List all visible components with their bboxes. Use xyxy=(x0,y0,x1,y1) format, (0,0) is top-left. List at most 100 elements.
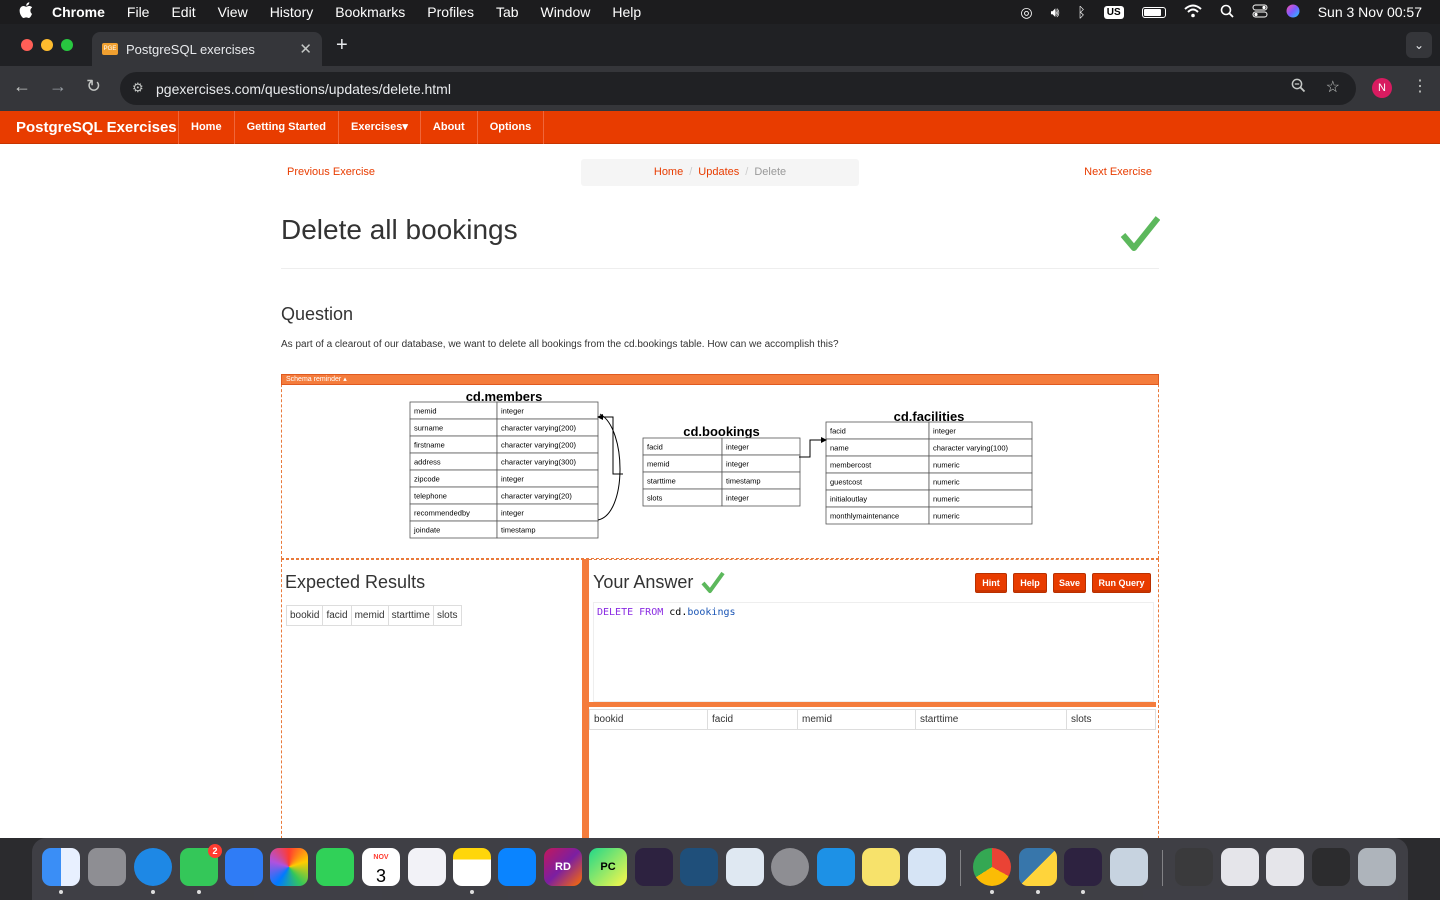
menu-bookmarks[interactable]: Bookmarks xyxy=(335,4,405,20)
address-bar-url[interactable]: pgexercises.com/questions/updates/delete… xyxy=(156,81,451,97)
minimized-window-thumbnail[interactable] xyxy=(1221,848,1259,886)
battery-icon[interactable] xyxy=(1141,6,1166,18)
system-settings-icon[interactable] xyxy=(771,848,809,886)
pycharm-icon[interactable]: PC xyxy=(589,848,627,886)
control-center-icon[interactable] xyxy=(1252,4,1268,21)
site-brand[interactable]: PostgreSQL Exercises xyxy=(0,119,178,136)
column-header: starttime xyxy=(387,605,434,626)
menu-app-name[interactable]: Chrome xyxy=(52,4,105,20)
nav-options[interactable]: Options xyxy=(476,111,545,144)
column-name: facid xyxy=(830,427,846,436)
run-query-button[interactable]: Run Query xyxy=(1092,573,1151,593)
menu-profiles[interactable]: Profiles xyxy=(427,4,474,20)
save-button[interactable]: Save xyxy=(1053,573,1086,593)
input-source-indicator[interactable]: US xyxy=(1103,5,1124,19)
notes-icon[interactable] xyxy=(453,848,491,886)
rider-icon[interactable]: RD xyxy=(544,848,582,886)
tab-close-icon[interactable]: ✕ xyxy=(299,40,312,58)
zoom-icon[interactable] xyxy=(1291,78,1306,97)
azure-data-studio-icon[interactable] xyxy=(908,848,946,886)
postgres-icon[interactable] xyxy=(726,848,764,886)
safari-icon[interactable] xyxy=(134,848,172,886)
new-tab-icon[interactable]: + xyxy=(336,34,348,57)
menu-view[interactable]: View xyxy=(218,4,248,20)
expected-results-heading: Expected Results xyxy=(285,572,426,592)
column-name: name xyxy=(830,444,849,453)
window-zoom-button[interactable] xyxy=(61,39,73,51)
siri-icon[interactable] xyxy=(1286,4,1300,21)
minimized-window-thumbnail[interactable] xyxy=(1312,848,1350,886)
nav-getting-started[interactable]: Getting Started xyxy=(233,111,338,144)
menu-history[interactable]: History xyxy=(270,4,314,20)
app-store-icon[interactable] xyxy=(498,848,536,886)
column-name: joindate xyxy=(413,526,440,535)
profile-avatar[interactable]: N xyxy=(1372,78,1392,98)
breadcrumb-current: Delete xyxy=(754,166,787,178)
column-type: character varying(200) xyxy=(501,424,577,433)
reminders-icon[interactable] xyxy=(408,848,446,886)
python-icon[interactable] xyxy=(1019,848,1057,886)
nav-exercises-dropdown[interactable]: Exercises▾ xyxy=(338,111,420,144)
previous-exercise-link[interactable]: Previous Exercise xyxy=(287,166,375,178)
breadcrumb-home[interactable]: Home xyxy=(654,166,683,178)
chrome-menu-icon[interactable]: ⋮ xyxy=(1412,76,1428,96)
minimized-window-thumbnail[interactable] xyxy=(1266,848,1304,886)
wifi-icon[interactable] xyxy=(1184,4,1202,21)
finder-icon[interactable] xyxy=(42,848,80,886)
chrome-icon[interactable] xyxy=(973,848,1011,886)
menu-file[interactable]: File xyxy=(127,4,150,20)
menu-window[interactable]: Window xyxy=(541,4,591,20)
editor-resize-handle[interactable] xyxy=(589,702,1156,707)
minimized-window-thumbnail[interactable] xyxy=(1175,848,1213,886)
bluetooth-icon[interactable]: ᛒ xyxy=(1077,4,1085,20)
column-type: character varying(200) xyxy=(501,441,577,450)
window-close-button[interactable] xyxy=(21,39,33,51)
menu-help[interactable]: Help xyxy=(612,4,641,20)
nav-about[interactable]: About xyxy=(419,111,477,144)
stickies-icon[interactable] xyxy=(862,848,900,886)
mail-icon[interactable] xyxy=(225,848,263,886)
hint-button[interactable]: Hint xyxy=(975,573,1007,593)
browser-tab[interactable]: PGE PostgreSQL exercises ✕ xyxy=(92,32,322,66)
schema-reminder-toggle[interactable]: Schema reminder ▴ xyxy=(281,374,1159,385)
next-exercise-link[interactable]: Next Exercise xyxy=(1084,166,1152,178)
photos-icon[interactable] xyxy=(270,848,308,886)
menu-edit[interactable]: Edit xyxy=(171,4,195,20)
messages-badge: 2 xyxy=(208,844,222,858)
volume-icon[interactable]: 🔊︎ xyxy=(1051,4,1060,21)
nav-home[interactable]: Home xyxy=(178,111,234,144)
window-minimize-button[interactable] xyxy=(41,39,53,51)
schema-diagram: cd.membersmemid integersurname character v… xyxy=(409,389,1033,539)
breadcrumb: Home / Updates / Delete xyxy=(581,159,859,186)
calendar-icon[interactable]: NOV 3 xyxy=(362,848,400,886)
launchpad-icon[interactable] xyxy=(88,848,126,886)
trash-icon[interactable] xyxy=(1358,848,1396,886)
bookmark-star-icon[interactable]: ☆ xyxy=(1326,77,1340,97)
site-info-icon[interactable]: ⚙ xyxy=(132,80,144,96)
panel-resize-handle[interactable] xyxy=(582,559,589,838)
column-type: timestamp xyxy=(726,477,761,486)
breadcrumb-updates[interactable]: Updates xyxy=(698,166,739,178)
menu-tab[interactable]: Tab xyxy=(496,4,519,20)
messages-icon[interactable]: 2 xyxy=(180,844,222,886)
reload-icon[interactable]: ↻ xyxy=(86,76,101,97)
forward-arrow-icon[interactable]: → xyxy=(49,76,67,97)
screen-mirroring-icon[interactable]: ◎ xyxy=(1020,4,1032,21)
back-arrow-icon[interactable]: ← xyxy=(13,76,31,97)
mysql-workbench-icon[interactable] xyxy=(680,848,718,886)
apple-menu-icon[interactable] xyxy=(0,1,52,23)
docker-icon[interactable] xyxy=(817,848,855,886)
answer-correct-check-icon xyxy=(701,571,725,593)
menu-clock[interactable]: Sun 3 Nov 00:57 xyxy=(1318,4,1422,20)
tab-search-chevron-icon[interactable]: ⌄ xyxy=(1406,32,1432,58)
help-button[interactable]: Help xyxy=(1013,573,1047,593)
obsidian-icon[interactable] xyxy=(635,848,673,886)
spotlight-search-icon[interactable] xyxy=(1220,4,1234,21)
preview-icon[interactable] xyxy=(1110,848,1148,886)
obsidian-recent-icon[interactable] xyxy=(1064,848,1102,886)
address-bar[interactable]: ⚙ pgexercises.com/questions/updates/dele… xyxy=(120,72,1356,105)
sql-schema: cd. xyxy=(669,607,688,618)
facetime-icon[interactable] xyxy=(316,848,354,886)
column-type: integer xyxy=(726,494,749,503)
sql-editor[interactable]: DELETE FROM cd.bookings xyxy=(593,602,1154,702)
